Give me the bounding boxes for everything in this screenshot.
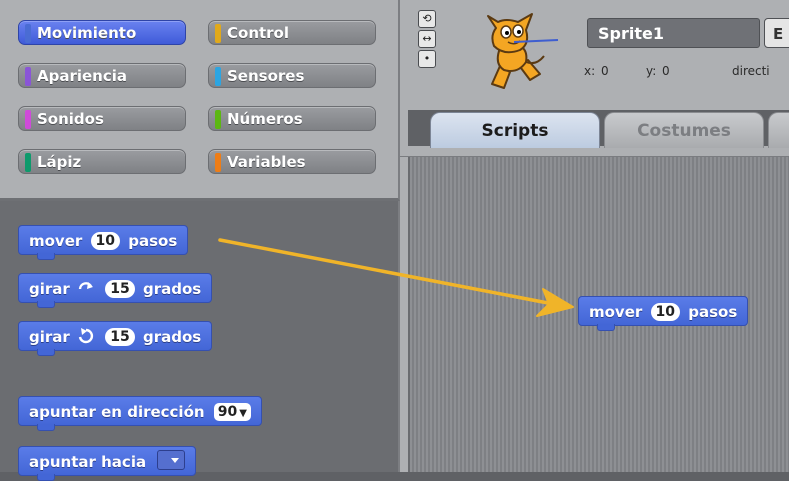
rotate-style-none-icon[interactable]: • [418, 50, 436, 68]
point-in-direction-block[interactable]: apuntar en dirección 90 ▼ [18, 396, 262, 431]
scripts-area[interactable]: mover 10 pasos [408, 157, 789, 472]
turn-right-block[interactable]: girar 15 grados [18, 273, 213, 308]
script-move-steps-block[interactable]: mover 10 pasos [578, 296, 749, 331]
category-sensores[interactable]: Sensores [208, 63, 376, 88]
block-text: grados [142, 328, 202, 346]
category-label: Apariencia [37, 67, 128, 85]
chevron-down-icon: ▼ [239, 408, 247, 419]
block-text: apuntar hacia [29, 453, 147, 471]
edit-button[interactable]: E [764, 18, 789, 48]
category-lapiz[interactable]: Lápiz [18, 149, 186, 174]
category-label: Números [227, 110, 303, 128]
category-color-bar [215, 24, 221, 43]
rotate-style-left-right-icon[interactable]: ↔ [418, 30, 436, 48]
category-color-bar [25, 110, 31, 129]
rotate-counterclockwise-icon [78, 328, 94, 344]
direction-label: directi [732, 64, 770, 78]
block-text: pasos [128, 232, 178, 250]
sprite-info-header: ⟲ ↔ • Sprite1 E x: 0 y: 0 directi [400, 0, 789, 110]
category-color-bar [25, 67, 31, 86]
y-value: 0 [662, 64, 670, 78]
x-label: x: [584, 64, 596, 78]
steps-input[interactable]: 10 [90, 232, 121, 250]
scripts-frame-edge [400, 110, 408, 472]
category-numeros[interactable]: Números [208, 106, 376, 131]
block-palette: mover 10 pasos girar 15 grados girar 15 … [0, 201, 400, 481]
block-text: girar [29, 328, 70, 346]
category-movimiento[interactable]: Movimiento [18, 20, 186, 45]
rotate-clockwise-icon [78, 282, 94, 290]
tab-costumes[interactable]: Costumes [604, 112, 764, 148]
move-steps-block[interactable]: mover 10 pasos [18, 225, 189, 260]
block-text: girar [29, 280, 70, 298]
block-text: mover [589, 303, 643, 321]
category-label: Lápiz [37, 153, 82, 171]
sprite-name-field[interactable]: Sprite1 [587, 18, 760, 48]
category-label: Movimiento [37, 24, 137, 42]
rotate-style-full-icon[interactable]: ⟲ [418, 10, 436, 28]
category-label: Variables [227, 153, 306, 171]
category-control[interactable]: Control [208, 20, 376, 45]
sprite-thumbnail [487, 13, 559, 89]
category-label: Control [227, 24, 290, 42]
y-label: y: [646, 64, 657, 78]
block-text: mover [29, 232, 83, 250]
direction-value: 90 [217, 404, 238, 420]
category-sonidos[interactable]: Sonidos [18, 106, 186, 131]
category-color-bar [25, 24, 31, 43]
category-color-bar [215, 110, 221, 129]
degrees-input[interactable]: 15 [105, 328, 135, 346]
turn-left-block[interactable]: girar 15 grados [18, 321, 213, 356]
category-label: Sensores [227, 67, 305, 85]
category-color-bar [25, 153, 31, 172]
degrees-input[interactable]: 15 [105, 280, 135, 298]
tab-sounds[interactable] [768, 112, 789, 148]
steps-input[interactable]: 10 [650, 303, 681, 321]
tab-scripts[interactable]: Scripts [430, 112, 600, 148]
category-variables[interactable]: Variables [208, 149, 376, 174]
category-label: Sonidos [37, 110, 104, 128]
x-value: 0 [601, 64, 609, 78]
category-color-bar [215, 153, 221, 172]
block-text: pasos [688, 303, 738, 321]
category-color-bar [215, 67, 221, 86]
sprite-target-dropdown[interactable] [157, 450, 186, 470]
block-text: grados [142, 280, 202, 298]
category-apariencia[interactable]: Apariencia [18, 63, 186, 88]
category-panel: Movimiento Control Apariencia Sensores S… [0, 0, 400, 201]
direction-dropdown[interactable]: 90 ▼ [213, 403, 251, 421]
block-text: apuntar en dirección [29, 403, 205, 421]
